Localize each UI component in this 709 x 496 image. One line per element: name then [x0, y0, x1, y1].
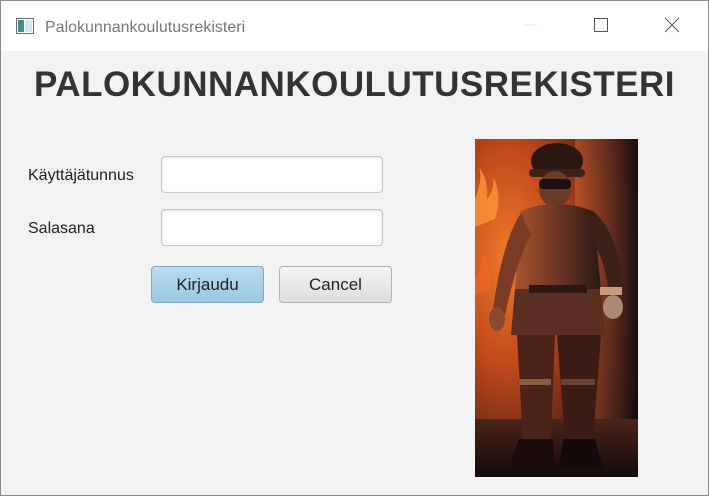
password-label: Salasana	[28, 220, 95, 237]
window-title: Palokunnankoulutusrekisteri	[45, 19, 246, 36]
app-window-icon	[16, 18, 34, 34]
close-icon	[664, 17, 680, 38]
cancel-button[interactable]: Cancel	[279, 266, 392, 303]
username-label: Käyttäjätunnus	[28, 167, 134, 184]
password-field[interactable]	[161, 209, 383, 246]
firefighter-image	[475, 139, 638, 477]
minimize-icon	[524, 18, 538, 37]
username-field[interactable]	[161, 156, 383, 193]
page-title: PALOKUNNANKOULUTUSREKISTERI	[34, 65, 675, 104]
minimize-button[interactable]	[508, 9, 554, 45]
title-bar[interactable]: Palokunnankoulutusrekisteri	[1, 1, 708, 51]
login-button[interactable]: Kirjaudu	[151, 266, 264, 303]
maximize-button[interactable]	[578, 9, 624, 45]
close-button[interactable]	[649, 9, 695, 45]
maximize-icon	[593, 17, 609, 38]
login-window: Palokunnankoulutusrekisteri PALOKUNNANKO…	[0, 0, 709, 496]
